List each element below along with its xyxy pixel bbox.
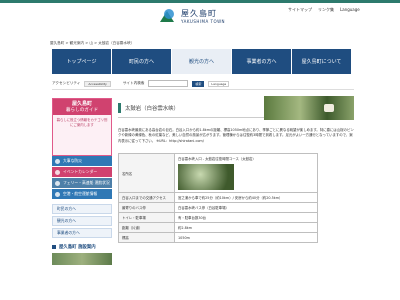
facility-section-title: 屋久島町 施設案内 (52, 244, 112, 250)
links-link[interactable]: リンク集 (318, 7, 334, 13)
logo-text-jp: 屋久島町 (181, 8, 225, 19)
deer-image (324, 104, 334, 112)
accessibility-button[interactable]: Accessibility (84, 81, 110, 87)
sidebar-nav-business[interactable]: 事業者の方へ (52, 228, 112, 238)
sidebar-item-airport[interactable]: 空港・航空運航情報 (52, 189, 112, 200)
breadcrumb: 屋久島町 > 観光案内 > 山 > 太鼓岩（白谷雲水峡） (50, 41, 134, 46)
accessibility-bar: アクセシビリティ Accessibility サイト内検索 検索 Languag… (52, 78, 354, 90)
global-nav: トップページ 町民の方へ 観光の方へ 事業者の方へ 屋久島町について (52, 49, 352, 74)
table-key: 白谷入口までの交通アクセス (119, 193, 175, 203)
sidebar-nav: 町民の方へ 観光の方へ 事業者の方へ (52, 204, 112, 238)
table-row: 標高 1050m (119, 233, 318, 243)
page-title: 太鼓岩（白谷雲水峡） (125, 104, 179, 112)
sidebar-item-ferry[interactable]: フェリー・高速船 運航状況 (52, 178, 112, 189)
table-row: 白谷入口までの交通アクセス 宮之浦から車で約25分（約10km）/ 安房から約4… (119, 193, 318, 203)
table-value: 約2.8km (175, 223, 318, 233)
table-row: 名所名 白谷雲水峡入口 - 太鼓岩往復時間コース（太鼓岩） (119, 154, 318, 193)
square-bullet-icon (52, 245, 56, 249)
spot-photo (178, 164, 234, 190)
sitemap-link[interactable]: サイトマップ (288, 7, 312, 13)
sidebar-item-label: イベントカレンダー (63, 169, 97, 175)
gnav-about[interactable]: 屋久島町について (292, 49, 352, 74)
life-guide-title-2: 暮らしのガイド (66, 108, 98, 113)
sidebar-item-disaster[interactable]: 大事な防災 (52, 156, 112, 167)
sidebar-nav-tourists[interactable]: 観光の方へ (52, 216, 112, 226)
sidebar-item-events[interactable]: イベントカレンダー (52, 167, 112, 178)
sidebar-nav-residents[interactable]: 町民の方へ (52, 204, 112, 214)
facility-thumbnail[interactable] (52, 253, 112, 265)
accessibility-label: アクセシビリティ (52, 81, 80, 86)
table-row: トイレ・駐車場 有・駐車台数30台 (119, 213, 318, 223)
search-button[interactable]: 検索 (192, 81, 204, 87)
table-key: 名所名 (119, 154, 175, 193)
search-input[interactable] (148, 80, 188, 87)
table-value: 白谷雲水峡入口 - 太鼓岩往復時間コース（太鼓岩） (175, 154, 318, 193)
table-key: トイレ・駐車場 (119, 213, 175, 223)
logo-text-en: YAKUSHIMA TOWN (181, 19, 225, 24)
language-select[interactable]: Language (208, 81, 229, 87)
calendar-icon (55, 170, 60, 175)
plane-icon (55, 192, 60, 197)
sidebar-item-label: フェリー・高速船 運航状況 (63, 180, 110, 186)
sidebar-item-label: 大事な防災 (63, 158, 82, 164)
table-value: 宮之浦から車で約25分（約10km）/ 安房から約40分（約20.5km） (175, 193, 318, 203)
main-content: 太鼓岩（白谷雲水峡） 白谷雲水峡最奥にある高台岩の巨石。白谷入口から約1.8km… (118, 98, 354, 243)
logo-mark-icon (160, 9, 176, 23)
gnav-top[interactable]: トップページ (52, 49, 112, 74)
info-table: 名所名 白谷雲水峡入口 - 太鼓岩往復時間コース（太鼓岩） 白谷入口までの交通ア… (118, 153, 318, 243)
gnav-tourists[interactable]: 観光の方へ (172, 49, 232, 74)
table-value: 有・駐車台数30台 (175, 213, 318, 223)
life-guide-sub: 暮らしに役立つ情報をカテゴリ別にご案内します (53, 115, 111, 131)
table-value: 白谷雲水峡バス停（白谷駐車場） (175, 203, 318, 213)
header-photo (264, 96, 354, 120)
alert-icon (55, 159, 60, 164)
ship-icon (55, 181, 60, 186)
table-row: 距離（片道） 約2.8km (119, 223, 318, 233)
gnav-business[interactable]: 事業者の方へ (232, 49, 292, 74)
gnav-residents[interactable]: 町民の方へ (112, 49, 172, 74)
sidebar: 屋久島町 暮らしのガイド 暮らしに役立つ情報をカテゴリ別にご案内します 大事な防… (52, 98, 112, 265)
table-row: 最寄りのバス停 白谷雲水峡バス停（白谷駐車場） (119, 203, 318, 213)
table-key: 標高 (119, 233, 175, 243)
description-text: 白谷雲水峡最奥にある高台岩の巨石。白谷入口から約1.8kmの距離、標高1050m… (118, 128, 354, 144)
search-label: サイト内検索 (123, 81, 145, 86)
title-accent (118, 103, 121, 113)
language-link[interactable]: Language (340, 7, 360, 13)
table-key: 距離（片道） (119, 223, 175, 233)
table-value: 1050m (175, 233, 318, 243)
utility-links: サイトマップ リンク集 Language (288, 7, 360, 13)
top-accent-bar (0, 0, 400, 3)
site-logo[interactable]: 屋久島町 YAKUSHIMA TOWN (160, 8, 225, 24)
sidebar-item-label: 空港・航空運航情報 (63, 191, 97, 197)
table-key: 最寄りのバス停 (119, 203, 175, 213)
life-guide-card[interactable]: 屋久島町 暮らしのガイド 暮らしに役立つ情報をカテゴリ別にご案内します (52, 98, 112, 156)
page-title-bar: 太鼓岩（白谷雲水峡） (118, 98, 354, 118)
